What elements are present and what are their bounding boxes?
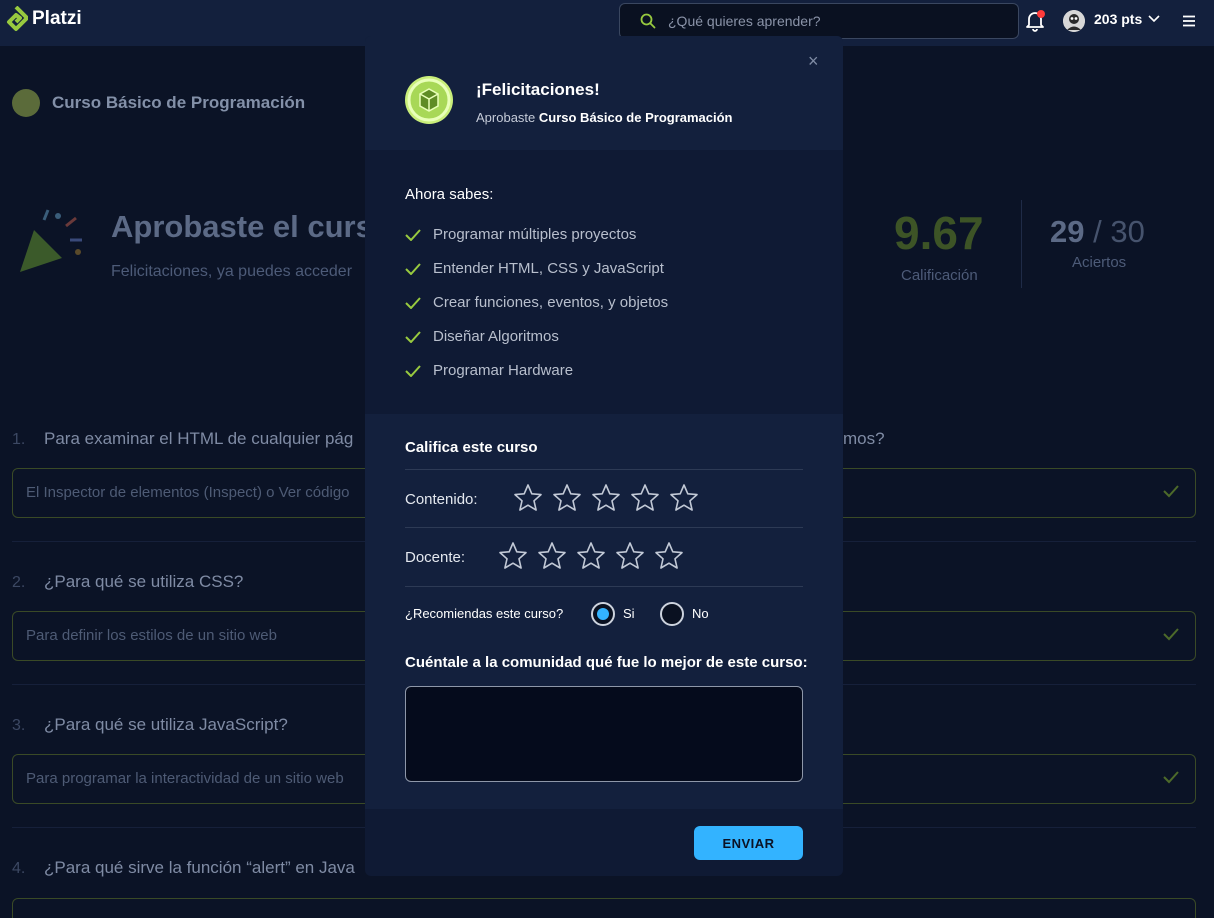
course-box-icon (407, 78, 451, 122)
user-points[interactable]: 203 pts (1094, 11, 1142, 27)
rating-title: Califica este curso (405, 439, 538, 456)
question-number: 4. (12, 860, 26, 877)
recommend-yes-label[interactable]: Si (623, 606, 635, 621)
review-label: Cuéntale a la comunidad qué fue lo mejor… (405, 654, 808, 671)
check-icon (1163, 771, 1179, 784)
search-icon (640, 13, 656, 29)
skill-item: Entender HTML, CSS y JavaScript (405, 260, 664, 277)
check-icon (1163, 485, 1179, 498)
correct-answers-label: Aciertos (1072, 254, 1127, 271)
close-icon[interactable]: × (808, 51, 819, 72)
skill-item: Diseñar Algoritmos (405, 328, 559, 345)
chevron-down-icon[interactable] (1148, 14, 1160, 24)
final-score-label: Calificación (901, 267, 978, 284)
skill-item: Crear funciones, eventos, y objetos (405, 294, 668, 311)
star-icon[interactable] (576, 541, 606, 571)
recommend-no-label[interactable]: No (692, 606, 709, 621)
skill-item: Programar Hardware (405, 362, 573, 379)
star-icon[interactable] (591, 483, 621, 513)
stats-divider (1021, 200, 1022, 288)
rating-divider (405, 469, 803, 470)
answer-text: El Inspector de elementos (Inspect) o Ve… (26, 484, 350, 501)
star-icon[interactable] (630, 483, 660, 513)
star-icon[interactable] (537, 541, 567, 571)
check-icon (405, 296, 421, 309)
answer-box (12, 898, 1196, 918)
correct-answers-total: / 30 (1084, 214, 1145, 249)
notifications-button[interactable] (1025, 10, 1047, 32)
content-rating-label: Contenido: (405, 491, 478, 508)
question-text: ¿Para qué se utiliza CSS? (44, 572, 244, 591)
confetti-icon (20, 209, 82, 272)
star-icon[interactable] (513, 483, 543, 513)
search-bar[interactable]: ¿Qué quieres aprender? (619, 3, 1019, 39)
rating-divider (405, 586, 803, 587)
course-badge (405, 76, 453, 124)
user-avatar-icon (1063, 10, 1085, 32)
question-number: 2. (12, 574, 26, 591)
skill-item: Programar múltiples proyectos (405, 226, 636, 243)
avatar[interactable] (1063, 10, 1085, 32)
platzi-logo-icon (7, 6, 28, 31)
check-icon (405, 228, 421, 241)
rating-divider (405, 527, 803, 528)
question-text-end: mos? (843, 429, 885, 448)
course-title[interactable]: Curso Básico de Programación (52, 93, 305, 113)
recommend-yes-radio[interactable] (591, 602, 615, 626)
correct-answers-value: 29 (1050, 214, 1085, 249)
platzi-logo[interactable]: Platzi (4, 6, 82, 32)
approved-course-name: Curso Básico de Programación (538, 110, 733, 125)
skill-text: Diseñar Algoritmos (433, 328, 559, 345)
answer-text: Para programar la interactividad de un s… (26, 770, 344, 787)
check-icon (405, 262, 421, 275)
review-textarea[interactable] (405, 686, 803, 782)
question-text: Para examinar el HTML de cualquier pág (44, 429, 354, 448)
approved-title: Aprobaste el curso (111, 209, 392, 244)
star-icon[interactable] (498, 541, 528, 571)
check-icon (405, 330, 421, 343)
check-icon (1163, 628, 1179, 641)
approved-prefix: Aprobaste (476, 110, 536, 125)
modal-title: ¡Felicitaciones! (476, 80, 600, 99)
check-icon (405, 364, 421, 377)
course-badge-icon (12, 89, 40, 117)
rating-form: Califica este curso Contenido: Docente: … (365, 414, 843, 809)
correct-answers-count: 29 / 30 (1050, 214, 1145, 250)
skills-title: Ahora sabes: (405, 186, 494, 203)
question-number: 1. (12, 431, 26, 448)
skill-text: Programar múltiples proyectos (433, 226, 637, 243)
star-icon[interactable] (654, 541, 684, 571)
star-icon[interactable] (669, 483, 699, 513)
notification-dot (1037, 10, 1045, 18)
star-icon[interactable] (552, 483, 582, 513)
recommend-no-radio[interactable] (660, 602, 684, 626)
send-button[interactable]: ENVIAR (694, 826, 803, 860)
skill-text: Programar Hardware (433, 362, 574, 379)
content-rating-stars (513, 483, 699, 513)
platzi-logo-text: Platzi (32, 8, 82, 29)
approved-subtitle: Felicitaciones, ya puedes acceder (111, 263, 353, 280)
modal-subtitle: Aprobaste Curso Básico de Programación (476, 110, 733, 125)
recommend-label: ¿Recomiendas este curso? (405, 606, 564, 621)
question-number: 3. (12, 717, 26, 734)
star-icon[interactable] (615, 541, 645, 571)
congratulations-modal: × ¡Felicitaciones! Aprobaste Curso Básic… (365, 36, 843, 876)
final-score: 9.67 (894, 207, 984, 259)
search-input[interactable]: ¿Qué quieres aprender? (668, 13, 821, 29)
modal-header: × ¡Felicitaciones! Aprobaste Curso Básic… (365, 36, 843, 150)
teacher-rating-label: Docente: (405, 549, 466, 566)
skill-text: Crear funciones, eventos, y objetos (433, 294, 669, 311)
hamburger-menu-icon[interactable] (1182, 14, 1196, 28)
question-text: ¿Para qué sirve la función “alert” en Ja… (44, 858, 355, 877)
teacher-rating-stars (498, 541, 684, 571)
question-text: ¿Para qué se utiliza JavaScript? (44, 715, 288, 734)
skill-text: Entender HTML, CSS y JavaScript (433, 260, 664, 277)
answer-text: Para definir los estilos de un sitio web (26, 627, 277, 644)
